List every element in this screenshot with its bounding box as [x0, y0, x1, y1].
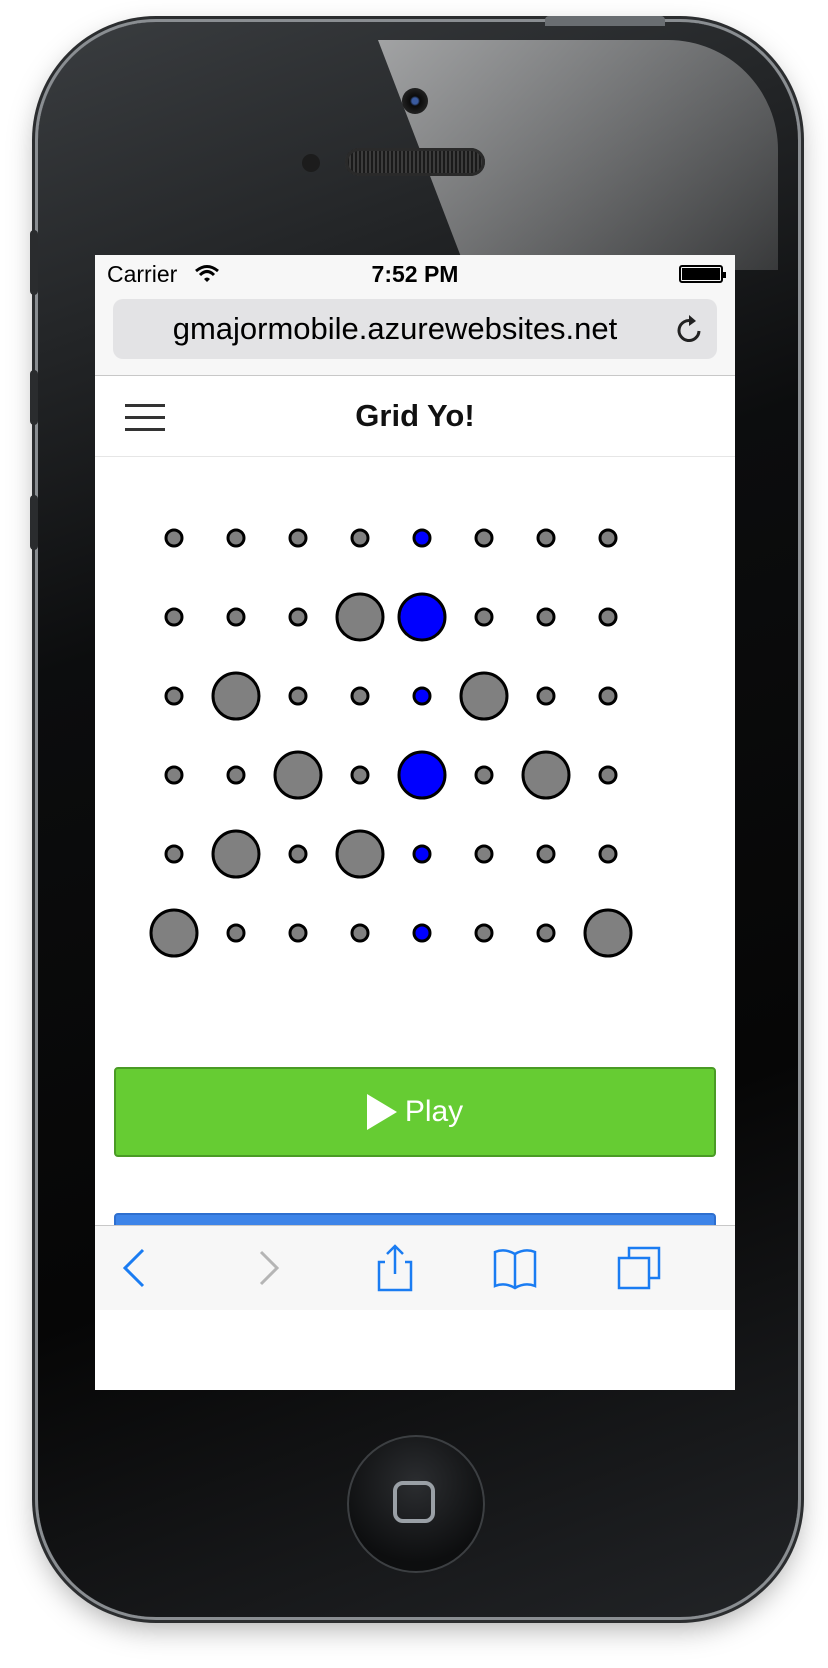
grid-cell-r4-c5[interactable]	[397, 750, 447, 800]
grid-cell-r5-c5[interactable]	[412, 844, 432, 864]
grid-cell-r6-c1[interactable]	[149, 908, 199, 958]
grid-cell-r5-c7[interactable]	[536, 844, 556, 864]
grid-cell-r4-c8[interactable]	[598, 765, 618, 785]
volume-up-button	[30, 370, 38, 425]
play-icon	[366, 1094, 397, 1130]
grid-cell-r3-c1[interactable]	[164, 686, 184, 706]
play-label: Play	[404, 1095, 464, 1128]
grid-cell-r6-c8[interactable]	[583, 908, 633, 958]
grid-cell-r6-c4[interactable]	[350, 923, 370, 943]
grid-cell-r6-c2[interactable]	[226, 923, 246, 943]
grid-cell-r4-c2[interactable]	[226, 765, 246, 785]
grid-cell-r1-c5[interactable]	[412, 528, 432, 548]
grid-cell-r1-c2[interactable]	[226, 528, 246, 548]
grid-cell-r3-c7[interactable]	[536, 686, 556, 706]
grid-cell-r3-c2[interactable]	[211, 671, 261, 721]
grid-cell-r6-c5[interactable]	[412, 923, 432, 943]
address-bar[interactable]: gmajormobile.azurewebsites.net	[113, 299, 717, 359]
grid-cell-r6-c3[interactable]	[288, 923, 308, 943]
grid-cell-r5-c6[interactable]	[474, 844, 494, 864]
grid-cell-r2-c5[interactable]	[397, 592, 447, 642]
forward-icon[interactable]	[243, 1244, 291, 1292]
tabs-icon[interactable]	[615, 1244, 663, 1292]
grid-cell-r2-c2[interactable]	[226, 607, 246, 627]
grid-cell-r2-c1[interactable]	[164, 607, 184, 627]
grid-cell-r1-c7[interactable]	[536, 528, 556, 548]
grid-cell-r1-c1[interactable]	[164, 528, 184, 548]
home-button[interactable]	[347, 1435, 485, 1573]
home-square-icon	[393, 1481, 435, 1523]
reload-icon[interactable]	[675, 313, 705, 345]
play-button[interactable]: Play	[114, 1067, 716, 1157]
grid-cell-r2-c8[interactable]	[598, 607, 618, 627]
grid-cell-r2-c7[interactable]	[536, 607, 556, 627]
battery-icon	[679, 265, 726, 283]
browser-toolbar	[95, 1225, 735, 1310]
grid-cell-r5-c8[interactable]	[598, 844, 618, 864]
back-icon[interactable]	[111, 1244, 159, 1292]
grid-cell-r3-c5[interactable]	[412, 686, 432, 706]
grid-cell-r4-c4[interactable]	[350, 765, 370, 785]
earpiece-speaker	[345, 148, 485, 176]
mute-switch	[30, 230, 38, 295]
note-grid[interactable]	[95, 456, 735, 1016]
grid-cell-r3-c8[interactable]	[598, 686, 618, 706]
grid-cell-r5-c3[interactable]	[288, 844, 308, 864]
proximity-sensor	[302, 154, 320, 172]
grid-cell-r4-c7[interactable]	[521, 750, 571, 800]
grid-cell-r2-c4[interactable]	[335, 592, 385, 642]
app-header: Grid Yo!	[95, 376, 735, 457]
screen: Carrier 7:52 PM gmajormobile.azurewebsit…	[95, 255, 735, 1390]
grid-cell-r3-c6[interactable]	[459, 671, 509, 721]
grid-cell-r5-c1[interactable]	[164, 844, 184, 864]
front-camera	[402, 88, 428, 114]
status-bar: Carrier 7:52 PM	[95, 255, 735, 295]
url-text: gmajormobile.azurewebsites.net	[172, 311, 618, 346]
grid-cell-r1-c3[interactable]	[288, 528, 308, 548]
grid-cell-r6-c7[interactable]	[536, 923, 556, 943]
grid-cell-r1-c6[interactable]	[474, 528, 494, 548]
status-time: 7:52 PM	[371, 261, 459, 287]
grid-cell-r4-c3[interactable]	[273, 750, 323, 800]
grid-cell-r4-c1[interactable]	[164, 765, 184, 785]
page-title: Grid Yo!	[355, 398, 475, 433]
grid-cell-r1-c8[interactable]	[598, 528, 618, 548]
bookmarks-icon[interactable]	[491, 1244, 539, 1292]
grid-cell-r1-c4[interactable]	[350, 528, 370, 548]
grid-cell-r6-c6[interactable]	[474, 923, 494, 943]
share-icon[interactable]	[371, 1244, 419, 1292]
grid-cell-r3-c4[interactable]	[350, 686, 370, 706]
grid-cell-r4-c6[interactable]	[474, 765, 494, 785]
grid-cell-r3-c3[interactable]	[288, 686, 308, 706]
grid-cell-r5-c4[interactable]	[335, 829, 385, 879]
volume-down-button	[30, 495, 38, 550]
address-bar-area: gmajormobile.azurewebsites.net	[95, 295, 735, 376]
grid-cell-r2-c6[interactable]	[474, 607, 494, 627]
grid-cell-r2-c3[interactable]	[288, 607, 308, 627]
power-button	[545, 16, 665, 26]
grid-cell-r5-c2[interactable]	[211, 829, 261, 879]
